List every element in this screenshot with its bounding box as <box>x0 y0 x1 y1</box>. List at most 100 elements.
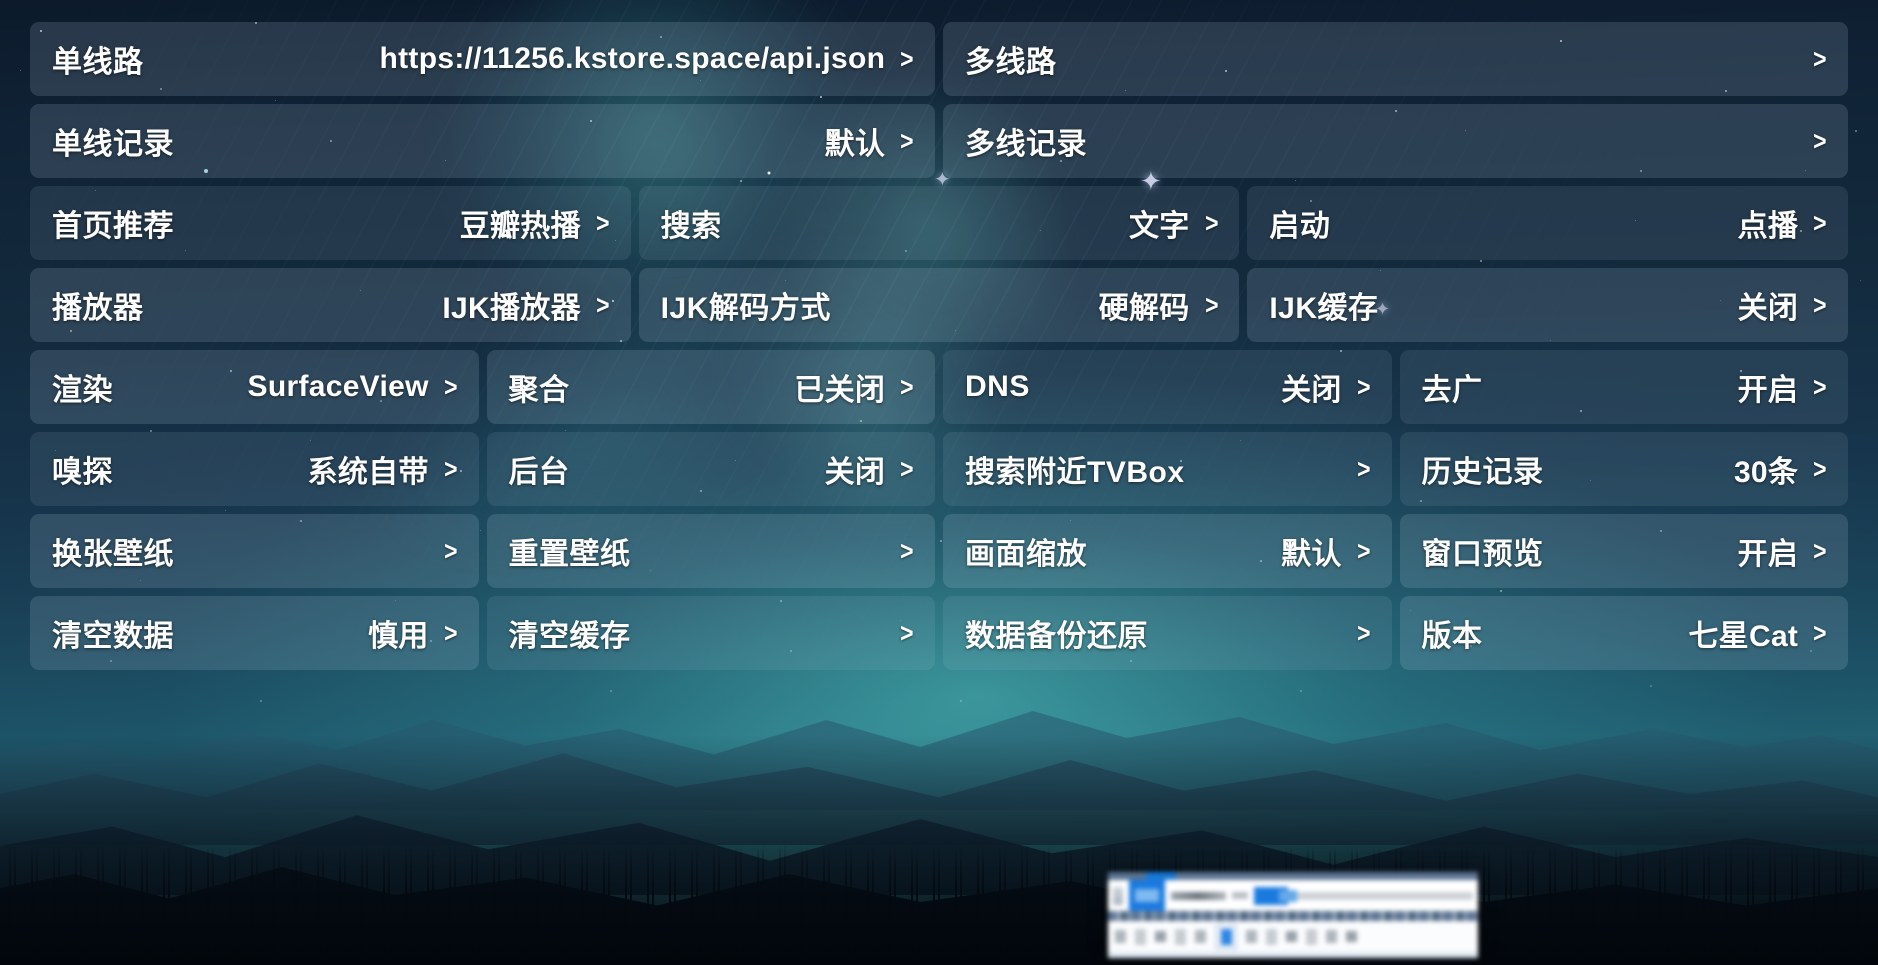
setting-ijk-decode-mode[interactable]: IJK解码方式 硬解码 > <box>638 268 1240 342</box>
overlay-blue-marker[interactable] <box>1254 886 1297 905</box>
setting-label: 换张壁纸 <box>52 538 174 571</box>
overlay-tool-icon[interactable] <box>1286 931 1297 942</box>
settings-grid: 单线路 https://11256.kstore.space/api.json > 多… <box>0 0 1878 965</box>
overlay-tool-icon[interactable] <box>1195 930 1206 943</box>
chevron-right-icon: > <box>1813 453 1827 484</box>
overlay-progress-bar <box>1294 891 1473 900</box>
chevron-right-icon: > <box>1813 125 1827 156</box>
chevron-right-icon: > <box>900 371 914 402</box>
setting-single-line-history[interactable]: 单线记录 默认 > <box>30 104 935 178</box>
setting-label: 首页推荐 <box>52 210 174 243</box>
setting-value: 七星Cat <box>1688 620 1799 653</box>
setting-value: 关闭 <box>1281 374 1342 407</box>
setting-label: 历史记录 <box>1421 456 1544 489</box>
chevron-right-icon: > <box>1813 371 1827 402</box>
overlay-tool-icon[interactable] <box>1135 928 1146 945</box>
setting-value: 30条 <box>1733 456 1799 489</box>
setting-label: 清空数据 <box>52 620 174 653</box>
overlay-footer <box>1108 952 1478 958</box>
setting-ijk-cache[interactable]: IJK缓存 关闭 > <box>1247 268 1849 342</box>
setting-value: 系统自带 <box>307 456 429 489</box>
setting-screen-scale[interactable]: 画面缩放 默认 > <box>943 514 1392 588</box>
setting-single-line-source[interactable]: 单线路 https://11256.kstore.space/api.json > <box>30 22 935 96</box>
chevron-right-icon: > <box>1813 43 1827 74</box>
chevron-right-icon: > <box>596 207 610 238</box>
chevron-right-icon: > <box>596 289 610 320</box>
chevron-right-icon: > <box>1204 207 1219 238</box>
setting-value: 开启 <box>1737 538 1799 571</box>
setting-label: 多线记录 <box>965 128 1087 161</box>
setting-render[interactable]: 渲染 SurfaceView > <box>30 350 479 424</box>
setting-value: 点播 <box>1737 210 1799 243</box>
chevron-right-icon: > <box>900 43 914 74</box>
overlay-titlebar <box>1108 872 1478 880</box>
setting-value: 慎用 <box>368 620 429 653</box>
chevron-right-icon: > <box>1356 453 1371 484</box>
overlay-tool-icon[interactable] <box>1266 928 1277 945</box>
setting-label: DNS <box>965 370 1030 403</box>
setting-window-preview[interactable]: 窗口预览 开启 > <box>1399 514 1848 588</box>
blurred-floating-toolbar[interactable] <box>1108 872 1478 958</box>
setting-label: 播放器 <box>52 292 144 325</box>
chevron-right-icon: > <box>1813 207 1827 238</box>
overlay-tool-icon[interactable] <box>1246 930 1257 943</box>
setting-label: 搜索 <box>660 210 722 243</box>
chevron-right-icon: > <box>900 535 914 566</box>
setting-history-records[interactable]: 历史记录 30条 > <box>1399 432 1848 506</box>
setting-multi-line-history[interactable]: 多线记录 > <box>943 104 1848 178</box>
setting-background-play[interactable]: 后台 关闭 > <box>486 432 935 506</box>
overlay-tool-icon[interactable] <box>1155 931 1166 942</box>
setting-player[interactable]: 播放器 IJK播放器 > <box>30 268 631 342</box>
setting-home-recommend[interactable]: 首页推荐 豆瓣热播 > <box>30 186 631 260</box>
setting-change-wallpaper[interactable]: 换张壁纸 > <box>30 514 479 588</box>
setting-label: 窗口预览 <box>1421 538 1544 571</box>
setting-label: 清空缓存 <box>508 620 631 653</box>
setting-reset-wallpaper[interactable]: 重置壁纸 > <box>486 514 935 588</box>
setting-aggregate-search[interactable]: 聚合 已关闭 > <box>486 350 935 424</box>
setting-label: 渲染 <box>52 374 113 407</box>
setting-clear-cache[interactable]: 清空缓存 > <box>486 596 935 670</box>
overlay-titlebar-segment <box>1176 872 1478 880</box>
chevron-right-icon: > <box>1204 289 1219 320</box>
setting-value: 硬解码 <box>1098 292 1190 325</box>
setting-sniffer[interactable]: 嗅探 系统自带 > <box>30 432 479 506</box>
chevron-right-icon: > <box>900 453 914 484</box>
setting-label: 单线记录 <box>52 128 174 161</box>
settings-row: 换张壁纸 > 重置壁纸 > 画面缩放 默认 > 窗口预览 开启 > <box>30 514 1848 588</box>
setting-label: 重置壁纸 <box>508 538 631 571</box>
overlay-main-bar[interactable] <box>1108 880 1478 911</box>
chevron-right-icon: > <box>443 371 458 402</box>
overlay-tool-icon[interactable] <box>1326 930 1337 943</box>
setting-clear-data[interactable]: 清空数据 慎用 > <box>30 596 479 670</box>
overlay-tool-row[interactable] <box>1108 921 1478 952</box>
chevron-right-icon: > <box>900 125 914 156</box>
setting-value: 关闭 <box>824 456 886 489</box>
setting-label: 后台 <box>508 456 570 489</box>
settings-row: 单线路 https://11256.kstore.space/api.json > 多… <box>30 22 1848 96</box>
overlay-tool-icon[interactable] <box>1306 928 1317 945</box>
setting-label: 聚合 <box>508 374 570 407</box>
setting-multi-line-source[interactable]: 多线路 > <box>943 22 1848 96</box>
overlay-tool-icon[interactable] <box>1346 931 1357 942</box>
setting-search-nearby-tvbox[interactable]: 搜索附近TVBox > <box>943 432 1392 506</box>
setting-dns[interactable]: DNS 关闭 > <box>943 350 1392 424</box>
setting-label: 单线路 <box>52 46 144 79</box>
overlay-icon <box>1113 886 1123 905</box>
settings-row: 单线记录 默认 > 多线记录 > <box>30 104 1848 178</box>
setting-label: IJK解码方式 <box>660 292 831 325</box>
overlay-tool-selected[interactable] <box>1215 923 1237 950</box>
setting-value: SurfaceView <box>247 370 429 403</box>
setting-ad-block[interactable]: 去广 开启 > <box>1399 350 1848 424</box>
overlay-tool-icon[interactable] <box>1115 930 1126 943</box>
setting-startup-mode[interactable]: 启动 点播 > <box>1247 186 1849 260</box>
setting-backup-restore[interactable]: 数据备份还原 > <box>943 596 1392 670</box>
settings-row: 播放器 IJK播放器 > IJK解码方式 硬解码 > IJK缓存 关闭 > <box>30 268 1849 342</box>
setting-search-mode[interactable]: 搜索 文字 > <box>638 186 1240 260</box>
setting-value: 开启 <box>1737 374 1799 407</box>
overlay-selected-tile[interactable] <box>1129 880 1165 911</box>
setting-label: 嗅探 <box>52 456 113 489</box>
overlay-titlebar-active-segment <box>1146 872 1176 880</box>
chevron-right-icon: > <box>1356 371 1371 402</box>
overlay-tool-icon[interactable] <box>1175 928 1186 945</box>
setting-version[interactable]: 版本 七星Cat > <box>1399 596 1848 670</box>
